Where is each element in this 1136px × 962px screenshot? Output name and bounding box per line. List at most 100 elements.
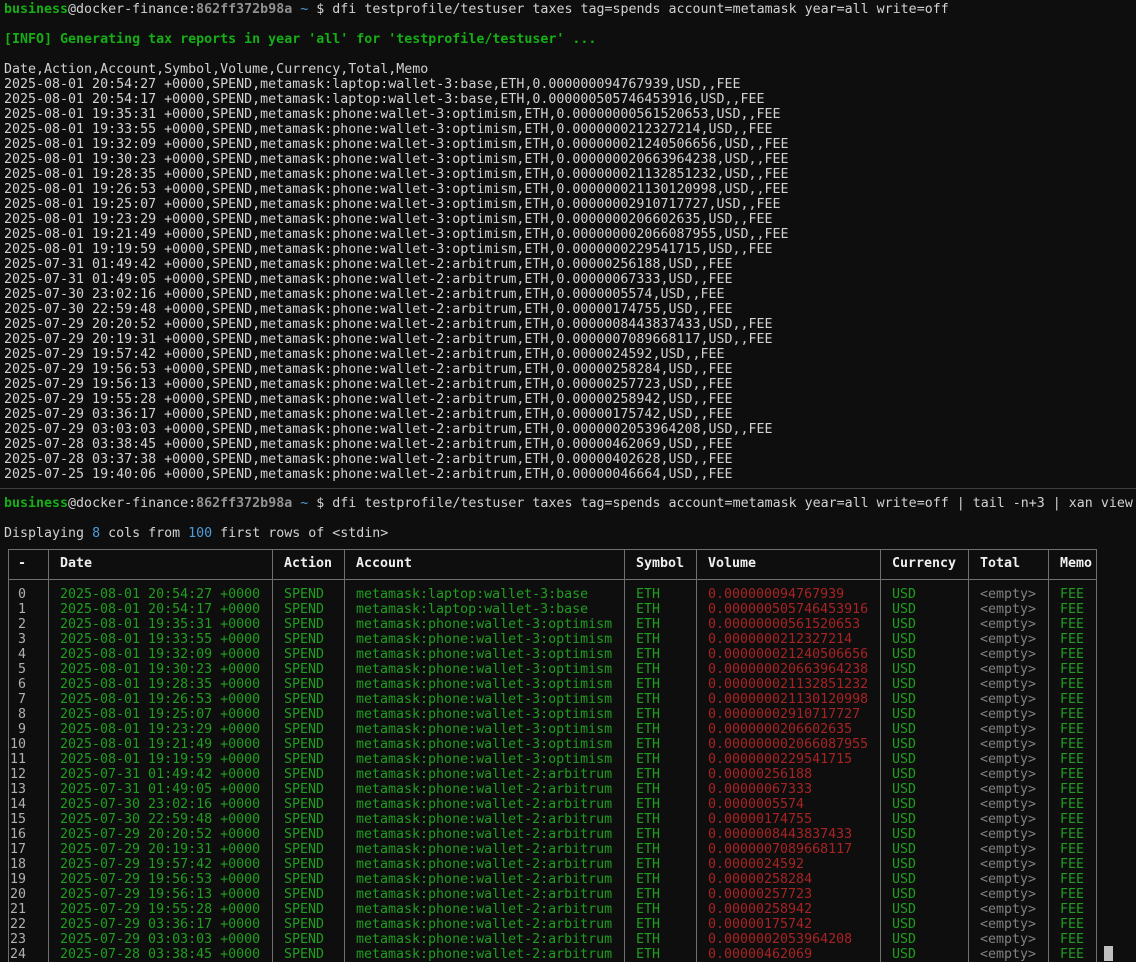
cell-index: 21 xyxy=(0,902,26,917)
cell-account: metamask:phone:wallet-3:optimism xyxy=(356,647,612,662)
cell-action: SPEND xyxy=(284,797,324,812)
rows-count: 100 xyxy=(188,526,212,541)
cell-date: 2025-08-01 19:25:07 +0000 xyxy=(60,707,260,722)
cell-currency: USD xyxy=(892,617,916,632)
cell-action: SPEND xyxy=(284,632,324,647)
csv-row: 2025-08-01 19:25:07 +0000,SPEND,metamask… xyxy=(4,197,781,212)
table-header-row: - Date Action Account Symbol Volume Curr… xyxy=(0,556,1136,571)
cell-total: <empty> xyxy=(980,707,1036,722)
table-row: 232025-07-29 03:03:03 +0000SPENDmetamask… xyxy=(0,932,1136,947)
cell-account: metamask:phone:wallet-3:optimism xyxy=(356,677,612,692)
csv-row: 2025-08-01 19:32:09 +0000,SPEND,metamask… xyxy=(4,137,789,152)
cell-memo: FEE xyxy=(1060,932,1084,947)
cell-total: <empty> xyxy=(980,902,1036,917)
cell-date: 2025-07-29 19:56:13 +0000 xyxy=(60,887,260,902)
table-row: 62025-08-01 19:28:35 +0000SPENDmetamask:… xyxy=(0,677,1136,692)
cell-volume: 0.0000007089668117 xyxy=(708,842,852,857)
cell-memo: FEE xyxy=(1060,632,1084,647)
csv-row: 2025-07-29 03:36:17 +0000,SPEND,metamask… xyxy=(4,407,733,422)
csv-row: 2025-08-01 19:30:23 +0000,SPEND,metamask… xyxy=(4,152,789,167)
cell-account: metamask:phone:wallet-3:optimism xyxy=(356,752,612,767)
table-row: 172025-07-29 20:19:31 +0000SPENDmetamask… xyxy=(0,842,1136,857)
cell-symbol: ETH xyxy=(636,887,660,902)
cell-symbol: ETH xyxy=(636,797,660,812)
prompt-line-1: business@docker-finance:862ff372b98a ~ $… xyxy=(4,2,949,17)
cell-memo: FEE xyxy=(1060,662,1084,677)
header-total: Total xyxy=(980,556,1020,571)
cell-volume: 0.000000021132851232 xyxy=(708,677,868,692)
cell-date: 2025-08-01 19:30:23 +0000 xyxy=(60,662,260,677)
table-row: 152025-07-30 22:59:48 +0000SPENDmetamask… xyxy=(0,812,1136,827)
csv-row: 2025-08-01 19:19:59 +0000,SPEND,metamask… xyxy=(4,242,773,257)
table-row: 72025-08-01 19:26:53 +0000SPENDmetamask:… xyxy=(0,692,1136,707)
cell-memo: FEE xyxy=(1060,722,1084,737)
cell-index: 16 xyxy=(0,827,26,842)
cell-volume: 0.000000002066087955 xyxy=(708,737,868,752)
cell-memo: FEE xyxy=(1060,782,1084,797)
cell-total: <empty> xyxy=(980,692,1036,707)
info-message: [INFO] Generating tax reports in year 'a… xyxy=(4,32,596,47)
cell-account: metamask:phone:wallet-2:arbitrum xyxy=(356,932,612,947)
cell-account: metamask:phone:wallet-2:arbitrum xyxy=(356,947,612,962)
cell-symbol: ETH xyxy=(636,947,660,962)
cell-account: metamask:phone:wallet-2:arbitrum xyxy=(356,917,612,932)
cell-action: SPEND xyxy=(284,827,324,842)
cell-memo: FEE xyxy=(1060,587,1084,602)
cell-volume: 0.00000174755 xyxy=(708,812,812,827)
header-action: Action xyxy=(284,556,332,571)
header-volume: Volume xyxy=(708,556,756,571)
cell-date: 2025-08-01 19:28:35 +0000 xyxy=(60,677,260,692)
table-row: 162025-07-29 20:20:52 +0000SPENDmetamask… xyxy=(0,827,1136,842)
cell-total: <empty> xyxy=(980,887,1036,902)
cell-date: 2025-08-01 19:32:09 +0000 xyxy=(60,647,260,662)
cols-count: 8 xyxy=(92,526,100,541)
cell-currency: USD xyxy=(892,707,916,722)
cell-account: metamask:laptop:wallet-3:base xyxy=(356,602,588,617)
cell-volume: 0.00000067333 xyxy=(708,782,812,797)
cell-action: SPEND xyxy=(284,737,324,752)
cell-symbol: ETH xyxy=(636,917,660,932)
cell-index: 4 xyxy=(0,647,26,662)
cell-index: 11 xyxy=(0,752,26,767)
cell-symbol: ETH xyxy=(636,617,660,632)
cell-volume: 0.0000000229541715 xyxy=(708,752,852,767)
table-top-border xyxy=(8,549,1096,550)
cell-symbol: ETH xyxy=(636,602,660,617)
cell-currency: USD xyxy=(892,782,916,797)
cell-action: SPEND xyxy=(284,887,324,902)
cell-volume: 0.00000002910717727 xyxy=(708,707,860,722)
cell-total: <empty> xyxy=(980,737,1036,752)
command-2: dfi testprofile/testuser taxes tag=spend… xyxy=(332,496,1133,511)
cell-account: metamask:phone:wallet-3:optimism xyxy=(356,707,612,722)
cell-symbol: ETH xyxy=(636,827,660,842)
table-row: 132025-07-31 01:49:05 +0000SPENDmetamask… xyxy=(0,782,1136,797)
cell-date: 2025-07-29 03:03:03 +0000 xyxy=(60,932,260,947)
cell-volume: 0.000000094767939 xyxy=(708,587,844,602)
table-row: 212025-07-29 19:55:28 +0000SPENDmetamask… xyxy=(0,902,1136,917)
table-row: 12025-08-01 20:54:17 +0000SPENDmetamask:… xyxy=(0,602,1136,617)
cell-action: SPEND xyxy=(284,707,324,722)
cell-action: SPEND xyxy=(284,857,324,872)
cell-date: 2025-07-31 01:49:42 +0000 xyxy=(60,767,260,782)
cell-action: SPEND xyxy=(284,722,324,737)
cell-action: SPEND xyxy=(284,662,324,677)
cell-total: <empty> xyxy=(980,932,1036,947)
cell-currency: USD xyxy=(892,602,916,617)
table-row: 112025-08-01 19:19:59 +0000SPENDmetamask… xyxy=(0,752,1136,767)
prompt-container-id: 862ff372b98a xyxy=(196,2,292,17)
cell-index: 0 xyxy=(0,587,26,602)
cell-date: 2025-07-29 20:20:52 +0000 xyxy=(60,827,260,842)
header-date: Date xyxy=(60,556,92,571)
command-1: dfi testprofile/testuser taxes tag=spend… xyxy=(332,2,948,17)
cell-date: 2025-08-01 19:19:59 +0000 xyxy=(60,752,260,767)
cell-action: SPEND xyxy=(284,872,324,887)
cell-memo: FEE xyxy=(1060,902,1084,917)
csv-row: 2025-07-29 19:56:13 +0000,SPEND,metamask… xyxy=(4,377,733,392)
cell-memo: FEE xyxy=(1060,602,1084,617)
csv-row: 2025-07-29 19:57:42 +0000,SPEND,metamask… xyxy=(4,347,725,362)
cell-volume: 0.00000258284 xyxy=(708,872,812,887)
cell-memo: FEE xyxy=(1060,797,1084,812)
cell-symbol: ETH xyxy=(636,842,660,857)
table-row: 92025-08-01 19:23:29 +0000SPENDmetamask:… xyxy=(0,722,1136,737)
table-row: 222025-07-29 03:36:17 +0000SPENDmetamask… xyxy=(0,917,1136,932)
